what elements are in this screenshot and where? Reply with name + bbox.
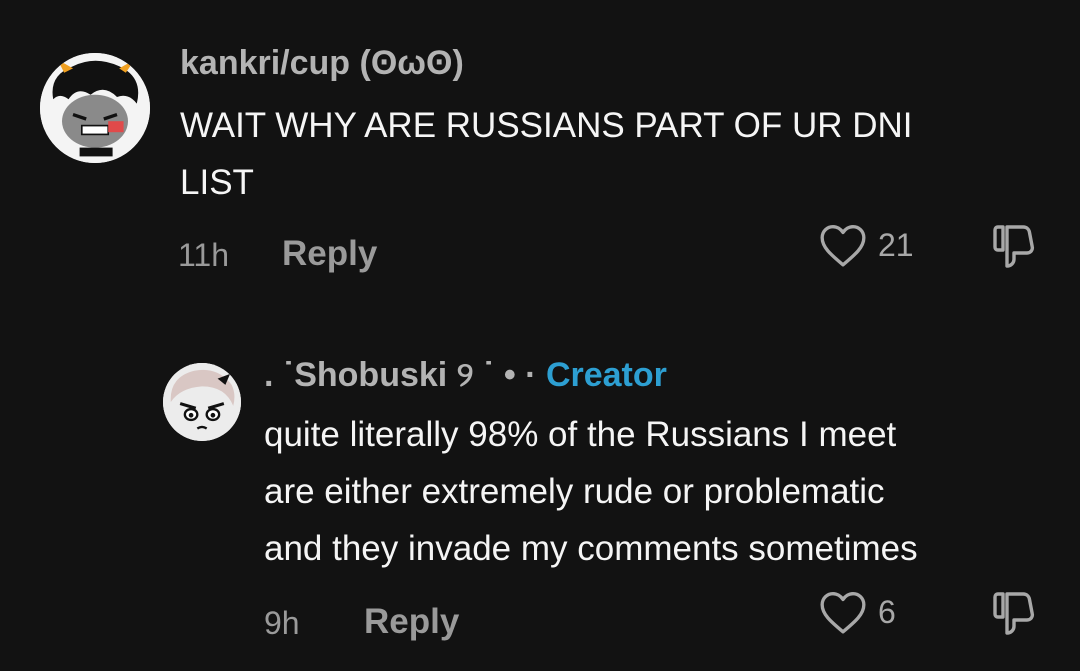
reply-item: . ˙Shobuski ୨ ˙ • · Creator quite litera… xyxy=(0,340,1080,671)
like-button[interactable]: 6 xyxy=(818,589,896,635)
like-count: 6 xyxy=(878,593,896,630)
creator-badge: Creator xyxy=(545,356,667,394)
dislike-icon xyxy=(993,592,1035,635)
reply-username[interactable]: . ˙Shobuski ୨ ˙ • · Creator xyxy=(264,356,667,395)
dislike-button[interactable] xyxy=(988,222,1042,275)
reply-button[interactable]: Reply xyxy=(364,602,459,642)
like-button[interactable]: 21 xyxy=(818,222,914,268)
reply-timestamp: 9h xyxy=(264,605,300,641)
reply-username-text: . ˙Shobuski ୨ ˙ • · xyxy=(264,356,537,394)
comment-username[interactable]: kankri/cup (ʘωʘ) xyxy=(180,44,464,83)
dislike-button[interactable] xyxy=(988,589,1042,642)
reply-button[interactable]: Reply xyxy=(282,234,377,274)
reply-text-line: are either extremely rude or problematic xyxy=(264,472,885,511)
like-count: 21 xyxy=(878,226,914,263)
comment-timestamp: 11h xyxy=(178,237,230,273)
avatar[interactable] xyxy=(163,363,241,441)
heart-icon xyxy=(820,225,866,267)
dislike-icon xyxy=(993,225,1035,268)
reply-text-line: quite literally 98% of the Russians I me… xyxy=(264,415,897,454)
reply-text-line: and they invade my comments sometimes xyxy=(264,529,918,568)
comment-item: kankri/cup (ʘωʘ) WAIT WHY ARE RUSSIANS P… xyxy=(0,0,1080,300)
comment-text-line: WAIT WHY ARE RUSSIANS PART OF UR DNI xyxy=(180,106,913,145)
comment-text-line: LIST xyxy=(180,163,254,202)
heart-icon xyxy=(820,592,866,634)
avatar[interactable] xyxy=(40,53,150,163)
